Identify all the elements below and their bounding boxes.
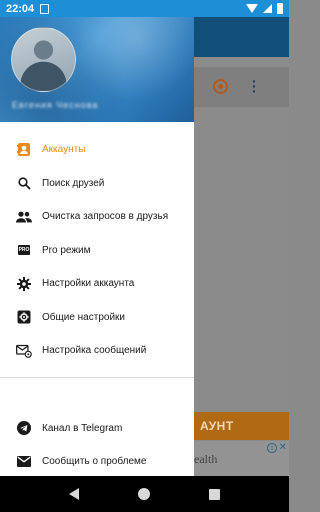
- telegram-icon: [16, 420, 32, 436]
- mail-settings-icon: [16, 343, 32, 359]
- menu-item-message-settings[interactable]: Настройка сообщений: [0, 334, 194, 368]
- menu-item-label: Настройки аккаунта: [42, 278, 135, 290]
- contacts-icon: [16, 142, 32, 158]
- menu-item-search-friends[interactable]: Поиск друзей: [0, 167, 194, 201]
- menu-item-telegram-channel[interactable]: Канал в Telegram: [0, 412, 194, 446]
- menu-item-label: Pro режим: [42, 244, 91, 256]
- wifi-icon: [246, 4, 258, 13]
- menu-item-general-settings[interactable]: Общие настройки: [0, 301, 194, 335]
- navigation-drawer: Евгения Чеснова Аккаунты Поиск друзей Оч…: [0, 17, 194, 476]
- status-bar: 22:04: [0, 0, 289, 17]
- menu-item-accounts[interactable]: Аккаунты: [0, 133, 194, 167]
- recent-apps-icon[interactable]: [208, 488, 220, 500]
- menu-item-label: Очистка запросов в друзья: [42, 211, 169, 223]
- menu-item-label: Аккаунты: [42, 144, 86, 156]
- mail-icon: [16, 454, 32, 470]
- menu-item-label: Сообщить о проблеме: [42, 456, 147, 468]
- menu-item-report-problem[interactable]: Сообщить о проблеме: [0, 445, 194, 479]
- menu-item-label: Канал в Telegram: [42, 422, 123, 434]
- drawer-menu-main: Аккаунты Поиск друзей Очистка запросов в…: [0, 133, 194, 368]
- ad-close-icon: ✕: [278, 442, 287, 453]
- ad-text: ealth: [194, 452, 218, 466]
- username: Евгения Чеснова: [12, 100, 99, 110]
- pro-badge: PRO: [17, 245, 31, 256]
- pro-icon: PRO: [16, 242, 32, 258]
- system-nav-bar: [0, 476, 289, 512]
- status-time: 22:04: [6, 2, 35, 15]
- background-app-bar: [194, 17, 289, 57]
- menu-item-label: Настройка сообщений: [42, 345, 147, 357]
- people-icon: [16, 209, 32, 225]
- battery-icon: [277, 3, 283, 14]
- gear-icon: [16, 276, 32, 292]
- drawer-menu-secondary: Канал в Telegram Сообщить о проблеме: [0, 412, 194, 479]
- search-icon: [16, 175, 32, 191]
- back-icon[interactable]: [69, 488, 80, 500]
- background-toolbar: [194, 67, 289, 107]
- menu-item-account-settings[interactable]: Настройки аккаунта: [0, 267, 194, 301]
- menu-item-label: Поиск друзей: [42, 177, 105, 189]
- signal-icon: [263, 4, 272, 13]
- sd-card-icon: [40, 3, 50, 14]
- menu-item-label: Общие настройки: [42, 311, 125, 323]
- record-icon: [213, 79, 228, 94]
- home-icon[interactable]: [137, 488, 150, 500]
- status-icons: [246, 3, 283, 14]
- settings-box-icon: [16, 309, 32, 325]
- drawer-header: Евгения Чеснова: [0, 17, 194, 122]
- menu-item-pro-mode[interactable]: PRO Pro режим: [0, 234, 194, 268]
- menu-divider: [0, 376, 194, 378]
- ad-banner: ealth i ✕: [194, 441, 289, 476]
- background-app[interactable]: · · · АУНТ ealth i ✕: [194, 17, 289, 476]
- ad-info-icon: i: [267, 443, 277, 453]
- avatar[interactable]: [11, 27, 76, 92]
- more-vert-icon: · · ·: [252, 73, 257, 99]
- menu-item-clear-requests[interactable]: Очистка запросов в друзья: [0, 200, 194, 234]
- background-action-button: АУНТ: [194, 412, 289, 440]
